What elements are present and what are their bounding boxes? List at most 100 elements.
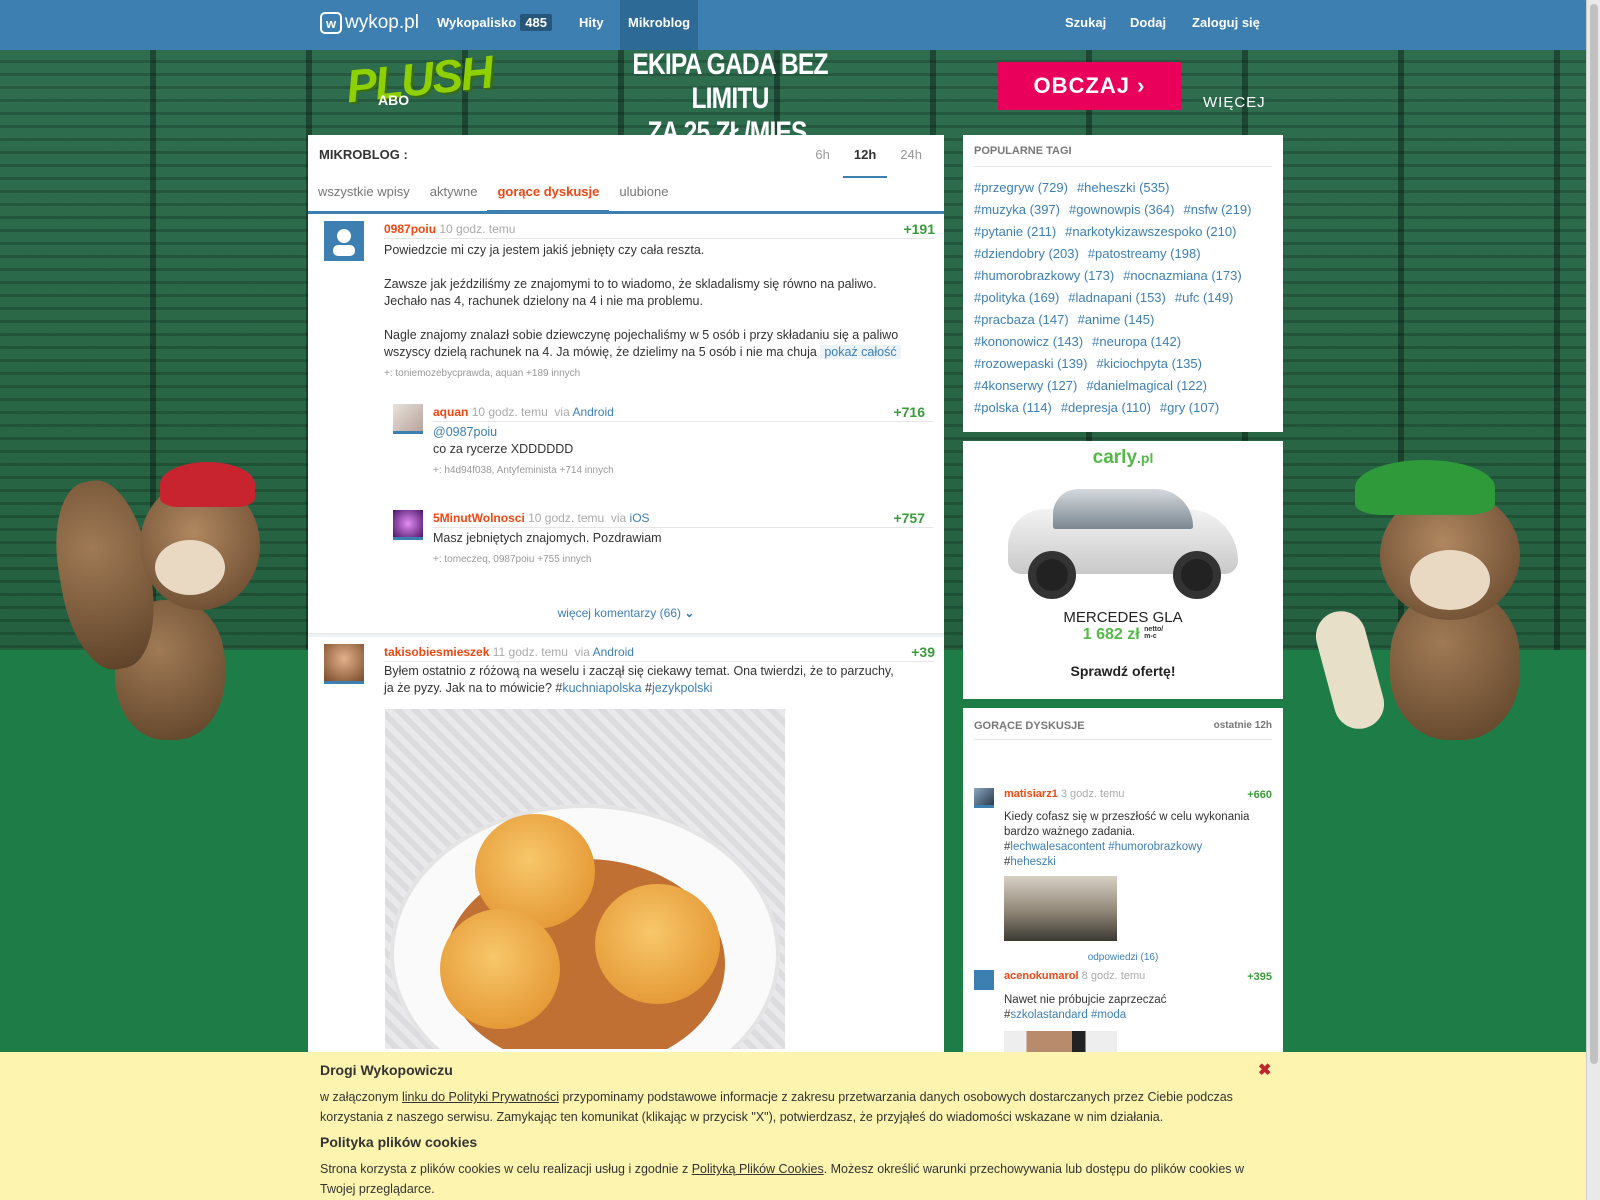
comment-voters[interactable]: +: tomeczeq, 0987poiu +755 innych [433, 551, 662, 568]
more-comments-link[interactable]: więcej komentarzy (66) ⌄ [308, 606, 944, 620]
tag-link[interactable]: #kononowicz (143) [974, 334, 1083, 349]
hot-score[interactable]: +660 [1247, 789, 1272, 801]
comment-mention-link[interactable]: @0987poiu [433, 424, 614, 441]
tag-link[interactable]: #neuropa (142) [1092, 334, 1181, 349]
more-comments-label: więcej komentarzy (66) [557, 606, 681, 620]
bear-mascot-left [30, 450, 260, 740]
entry-voters[interactable]: +: toniemozebycprawda, aquan +189 innych [384, 365, 924, 382]
entry-line: Byłem ostatnio z różową na weselu i zacz… [384, 664, 894, 678]
tag-link[interactable]: #przegryw (729) [974, 180, 1068, 195]
tag-link[interactable]: #muzyka (397) [974, 202, 1060, 217]
entry-score[interactable]: +191 [903, 221, 935, 237]
tag-link[interactable]: #nocnazmiana (173) [1123, 268, 1242, 283]
via-platform-link[interactable]: Android [593, 645, 634, 659]
tab-active[interactable]: aktywne [420, 184, 488, 212]
tag-link[interactable]: #nsfw (219) [1184, 202, 1252, 217]
tab-hot-discussions[interactable]: gorące dyskusje [487, 184, 610, 212]
nav-search[interactable]: Szukaj [1057, 0, 1114, 50]
avatar[interactable] [324, 644, 364, 684]
cookie-policy-link[interactable]: Polityką Plików Cookies [692, 1162, 824, 1176]
close-icon[interactable]: ✖ [1258, 1060, 1271, 1080]
privacy-policy-link[interactable]: linku do Polityki Prywatności [402, 1090, 559, 1104]
comment-score[interactable]: +757 [893, 510, 925, 526]
scrollbar-thumb[interactable] [1590, 4, 1598, 1064]
popular-tags-box: POPULARNE TAGI #przegryw (729) #heheszki … [963, 135, 1283, 432]
tag-link[interactable]: #patostreamy (198) [1088, 246, 1201, 261]
entry-time[interactable]: 11 godz. temu [493, 645, 568, 659]
avatar[interactable] [974, 970, 994, 990]
nav-mikroblog[interactable]: Mikroblog [620, 0, 699, 50]
tag-link[interactable]: #rozowepaski (139) [974, 356, 1087, 371]
tag-link[interactable]: #pytanie (211) [974, 224, 1056, 239]
carly-ad[interactable]: carly.pl MERCEDES GLA 1 682 zł netto/m-c… [963, 441, 1283, 699]
tag-link[interactable]: #dziendobry (203) [974, 246, 1079, 261]
period-12h[interactable]: 12h [842, 147, 888, 178]
comment-score[interactable]: +716 [893, 404, 925, 420]
tag-link[interactable]: #polityka (169) [974, 290, 1059, 305]
comment-time[interactable]: 10 godz. temu [528, 511, 604, 525]
hot-item-image[interactable] [1004, 876, 1117, 941]
entry-line: Powiedzcie mi czy ja jestem jakiś jebnię… [384, 243, 705, 257]
tag-link[interactable]: #narkotykizawszespoko (210) [1065, 224, 1236, 239]
tag-link[interactable]: lechwalesacontent [1010, 841, 1105, 853]
site-logo[interactable]: w wykop.pl [320, 12, 419, 34]
tag-link[interactable]: #ladnapani (153) [1068, 290, 1166, 305]
tag-link[interactable]: kuchniapolska [562, 681, 641, 695]
nav-add[interactable]: Dodaj [1122, 0, 1174, 50]
hot-time[interactable]: 8 godz. temu [1082, 970, 1146, 982]
ad-headline-text: EKIPA GADA BEZ LIMITU ZA 25 ZŁ/MIES. [632, 48, 828, 149]
period-24h[interactable]: 24h [900, 147, 922, 178]
tag-link[interactable]: szkolastandard [1010, 1009, 1087, 1021]
tag-link[interactable]: #gry (107) [1160, 400, 1219, 415]
avatar[interactable] [974, 788, 994, 808]
tag-link[interactable]: #ufc (149) [1175, 290, 1234, 305]
tag-link[interactable]: #pracbaza (147) [974, 312, 1069, 327]
show-all-link[interactable]: pokaż całość [820, 345, 901, 359]
via-platform-link[interactable]: iOS [630, 511, 650, 525]
entry-time[interactable]: 10 godz. temu [439, 222, 515, 236]
avatar[interactable] [393, 510, 423, 540]
hot-author[interactable]: acenokumarol [1004, 970, 1079, 982]
hot-range[interactable]: ostatnie 12h [1214, 720, 1272, 731]
tag-link[interactable]: #anime (145) [1078, 312, 1155, 327]
avatar[interactable] [324, 221, 364, 261]
hot-time[interactable]: 3 godz. temu [1061, 788, 1125, 800]
tag-link[interactable]: #4konserwy (127) [974, 378, 1077, 393]
tag-link[interactable]: #humorobrazkowy [1108, 841, 1202, 853]
period-6h[interactable]: 6h [815, 147, 829, 178]
entry-author[interactable]: 0987poiu [384, 222, 436, 236]
comment-author[interactable]: aquan [433, 405, 468, 419]
hot-replies-link[interactable]: odpowiedzi (16) [963, 952, 1283, 963]
hot-score[interactable]: +395 [1247, 971, 1272, 983]
page-scrollbar[interactable] [1586, 0, 1600, 1200]
comment-voters[interactable]: +: h4d94f038, Antyfeminista +714 innych [433, 462, 614, 479]
tag-link[interactable]: #heheszki (535) [1077, 180, 1170, 195]
entry-score[interactable]: +39 [911, 644, 935, 660]
tab-favourites[interactable]: ulubione [609, 184, 678, 212]
tag-link[interactable]: #humorobrazkowy (173) [974, 268, 1114, 283]
tag-link[interactable]: #kiciochpyta (135) [1096, 356, 1202, 371]
tag-link[interactable]: #danielmagical (122) [1086, 378, 1207, 393]
tab-all-entries[interactable]: wszystkie wpisy [308, 184, 420, 212]
tag-link[interactable]: #polska (114) [974, 400, 1052, 415]
comment-author[interactable]: 5MinutWolnosci [433, 511, 525, 525]
entry-image[interactable] [385, 709, 785, 1049]
tag-link[interactable]: #gownowpis (364) [1069, 202, 1175, 217]
entry-line: wszyscy dzielą rachunek na 4. Ja mówię, … [384, 345, 817, 359]
nav-login[interactable]: Zaloguj się [1184, 0, 1268, 50]
tag-link[interactable]: #moda [1091, 1009, 1126, 1021]
tag-link[interactable]: heheszki [1010, 856, 1055, 868]
tag-link[interactable]: jezykpolski [652, 681, 712, 695]
tag-link[interactable]: #depresja (110) [1061, 400, 1151, 415]
nav-hity[interactable]: Hity [571, 0, 612, 50]
hot-author[interactable]: matisiarz1 [1004, 788, 1058, 800]
nav-wykopalisko[interactable]: Wykopalisko 485 [429, 0, 560, 50]
comment-time[interactable]: 10 godz. temu [472, 405, 548, 419]
carly-cta[interactable]: Sprawdź ofertę! [963, 663, 1283, 679]
via-platform-link[interactable]: Android [572, 405, 613, 419]
avatar[interactable] [393, 404, 423, 434]
ad-cta-button[interactable]: OBCZAJ › [998, 62, 1181, 110]
entry-author[interactable]: takisobiesmieszek [384, 645, 489, 659]
ad-more-link[interactable]: WIĘCEJ [1203, 94, 1266, 111]
entry-card: 0987poiu 10 godz. temu +191 Powiedzcie m… [308, 214, 944, 634]
